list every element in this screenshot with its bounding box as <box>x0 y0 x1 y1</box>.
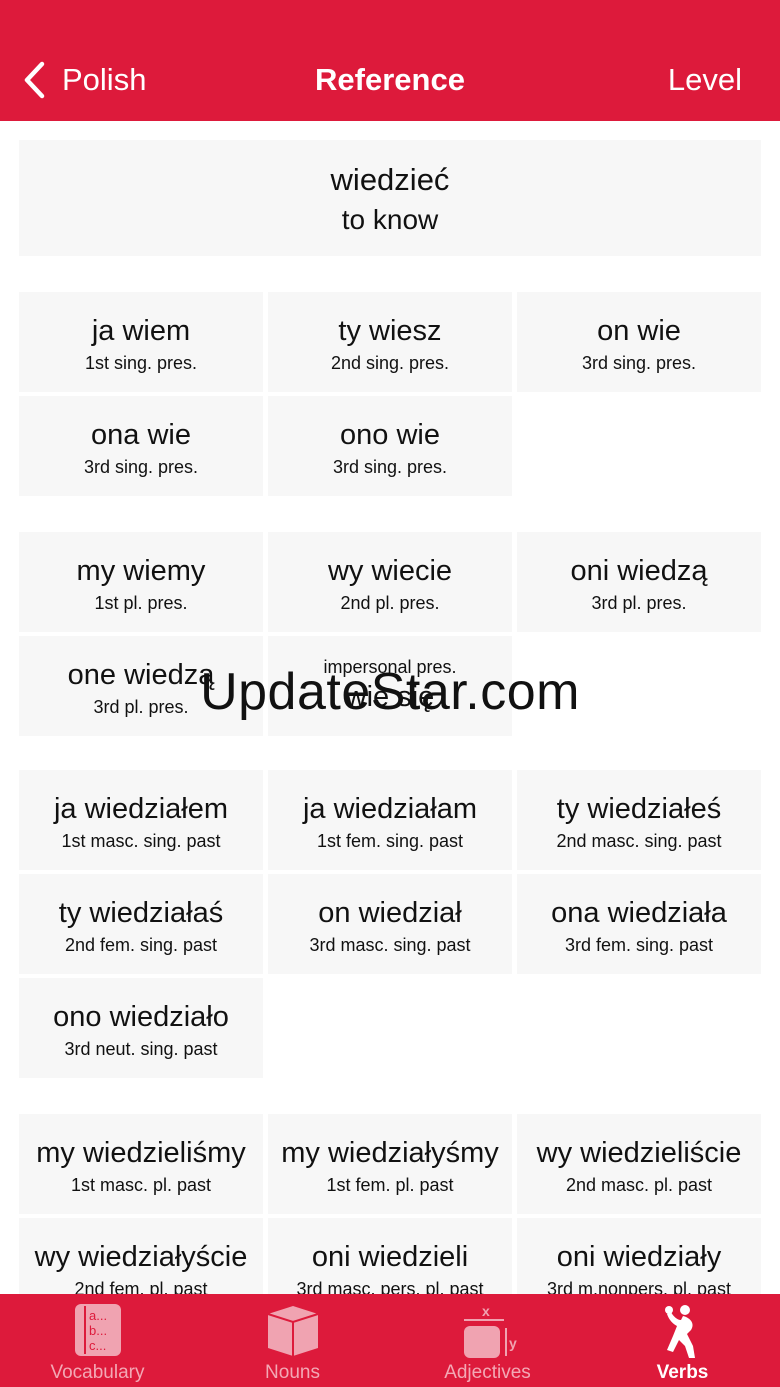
form-label: 2nd pl. pres. <box>340 593 440 613</box>
tab-nouns[interactable]: Nouns <box>195 1294 390 1387</box>
verb-form: one wiedzą <box>67 659 215 691</box>
tab-label: Adjectives <box>444 1362 531 1383</box>
vocabulary-icon-line: b... <box>89 1323 107 1338</box>
verb-form: wie się <box>345 681 435 713</box>
form-label: 3rd masc. pers. pl. past <box>296 1279 484 1294</box>
verb-form: ty wiedziałaś <box>58 897 224 929</box>
verb-form: ty wiedziałeś <box>556 793 722 825</box>
form-label: 2nd fem. pl. past <box>74 1279 208 1294</box>
form-label: 3rd masc. sing. past <box>309 935 471 955</box>
conjugation-cell[interactable]: ty wiesz 2nd sing. pres. <box>268 292 512 392</box>
tab-bar: a... b... c... Vocabulary Nouns x y Adje… <box>0 1294 780 1387</box>
conjugation-cell[interactable]: my wiedziałyśmy 1st fem. pl. past <box>268 1114 512 1214</box>
x-axis-label: x <box>482 1303 490 1319</box>
form-label: 1st masc. sing. past <box>61 831 221 851</box>
conjugation-cell[interactable]: oni wiedziały 3rd m.nonpers. pl. past <box>517 1218 761 1294</box>
verb-form: my wiedziałyśmy <box>281 1137 499 1169</box>
form-label: 3rd sing. pres. <box>83 457 199 477</box>
verb-form: oni wiedziały <box>556 1241 722 1273</box>
conjugation-cell[interactable]: my wiemy 1st pl. pres. <box>19 532 263 632</box>
conjugation-cell[interactable]: one wiedzą 3rd pl. pres. <box>19 636 263 736</box>
tab-vocabulary[interactable]: a... b... c... Vocabulary <box>0 1294 195 1387</box>
conjugation-cell[interactable]: ty wiedziałeś 2nd masc. sing. past <box>517 770 761 870</box>
dimension-box-icon: x y <box>463 1303 517 1358</box>
cube-icon <box>267 1306 318 1356</box>
form-label: 2nd sing. pres. <box>330 353 450 373</box>
tab-label: Verbs <box>656 1362 709 1383</box>
navigation-bar: Polish Reference Level <box>0 0 780 121</box>
form-label: 3rd neut. sing. past <box>64 1039 218 1059</box>
conjugation-cell[interactable]: ja wiem 1st sing. pres. <box>19 292 263 392</box>
tab-verbs[interactable]: Verbs <box>585 1294 780 1387</box>
vocabulary-icon-line: a... <box>89 1308 107 1323</box>
conjugation-cell[interactable]: ono wie 3rd sing. pres. <box>268 396 512 496</box>
y-axis-label: y <box>509 1335 517 1351</box>
level-button[interactable]: Level <box>668 58 742 102</box>
conjugation-cell[interactable]: impersonal pres. wie się <box>268 636 512 736</box>
form-label: 2nd masc. sing. past <box>556 831 722 851</box>
verb-form: wy wiedzieliście <box>536 1137 742 1169</box>
verb-form: oni wiedzieli <box>311 1241 469 1273</box>
verb-form: ja wiem <box>91 315 191 347</box>
form-label: 1st sing. pres. <box>84 353 198 373</box>
form-label: 2nd masc. pl. past <box>565 1175 713 1195</box>
conjugation-cell[interactable]: ja wiedziałem 1st masc. sing. past <box>19 770 263 870</box>
verb-form: ja wiedziałem <box>53 793 229 825</box>
form-label: 1st fem. pl. past <box>326 1175 454 1195</box>
form-label: 3rd sing. pres. <box>332 457 448 477</box>
verb-form: wy wiecie <box>327 555 453 587</box>
verb-form: ja wiedziałam <box>302 793 478 825</box>
discus-thrower-icon <box>664 1305 695 1358</box>
tab-label: Vocabulary <box>50 1362 145 1383</box>
tab-label: Nouns <box>265 1362 320 1383</box>
form-label: 3rd pl. pres. <box>93 697 189 717</box>
verb-infinitive: wiedzieć <box>330 162 450 197</box>
conjugation-cell[interactable]: wy wiedzieliście 2nd masc. pl. past <box>517 1114 761 1214</box>
conjugation-cell[interactable]: ona wiedziała 3rd fem. sing. past <box>517 874 761 974</box>
verb-form: on wiedział <box>318 897 462 929</box>
vocabulary-list-icon: a... b... c... <box>74 1304 121 1356</box>
verb-form: ona wiedziała <box>551 897 727 929</box>
form-label: impersonal pres. <box>323 657 457 677</box>
vocabulary-icon-line: c... <box>89 1338 106 1353</box>
verb-form: ty wiesz <box>338 315 442 347</box>
conjugation-cell[interactable]: oni wiedzą 3rd pl. pres. <box>517 532 761 632</box>
conjugation-cell[interactable]: ono wiedziało 3rd neut. sing. past <box>19 978 263 1078</box>
conjugation-cell[interactable]: ona wie 3rd sing. pres. <box>19 396 263 496</box>
conjugation-cell[interactable]: ja wiedziałam 1st fem. sing. past <box>268 770 512 870</box>
verb-form: ona wie <box>91 419 191 451</box>
conjugation-cell[interactable]: ty wiedziałaś 2nd fem. sing. past <box>19 874 263 974</box>
form-label: 3rd sing. pres. <box>581 353 697 373</box>
form-label: 3rd m.nonpers. pl. past <box>546 1279 732 1294</box>
form-label: 1st pl. pres. <box>94 593 188 613</box>
conjugation-cell[interactable]: my wiedzieliśmy 1st masc. pl. past <box>19 1114 263 1214</box>
form-label: 1st masc. pl. past <box>70 1175 212 1195</box>
verb-meaning: to know <box>341 204 439 235</box>
conjugation-cell[interactable]: on wiedział 3rd masc. sing. past <box>268 874 512 974</box>
verb-header: wiedzieć to know <box>19 140 761 256</box>
conjugation-cell[interactable]: wy wiecie 2nd pl. pres. <box>268 532 512 632</box>
verb-form: wy wiedziałyście <box>34 1241 248 1273</box>
verb-form: on wie <box>597 315 681 347</box>
form-label: 3rd fem. sing. past <box>564 935 714 955</box>
verb-form: oni wiedzą <box>570 555 708 587</box>
conjugation-cell[interactable]: oni wiedzieli 3rd masc. pers. pl. past <box>268 1218 512 1294</box>
verb-form: my wiedzieliśmy <box>36 1137 246 1169</box>
verb-form: ono wie <box>340 419 440 451</box>
conjugation-cell[interactable]: wy wiedziałyście 2nd fem. pl. past <box>19 1218 263 1294</box>
page-title: Reference <box>315 62 465 97</box>
tab-adjectives[interactable]: x y Adjectives <box>390 1294 585 1387</box>
conjugation-table[interactable]: wiedzieć to know ja wiem 1st sing. pres.… <box>0 121 780 1294</box>
conjugation-cell[interactable]: on wie 3rd sing. pres. <box>517 292 761 392</box>
verb-form: my wiemy <box>76 555 206 587</box>
form-label: 2nd fem. sing. past <box>64 935 218 955</box>
form-label: 3rd pl. pres. <box>591 593 687 613</box>
verb-form: ono wiedziało <box>53 1001 229 1033</box>
form-label: 1st fem. sing. past <box>316 831 464 851</box>
